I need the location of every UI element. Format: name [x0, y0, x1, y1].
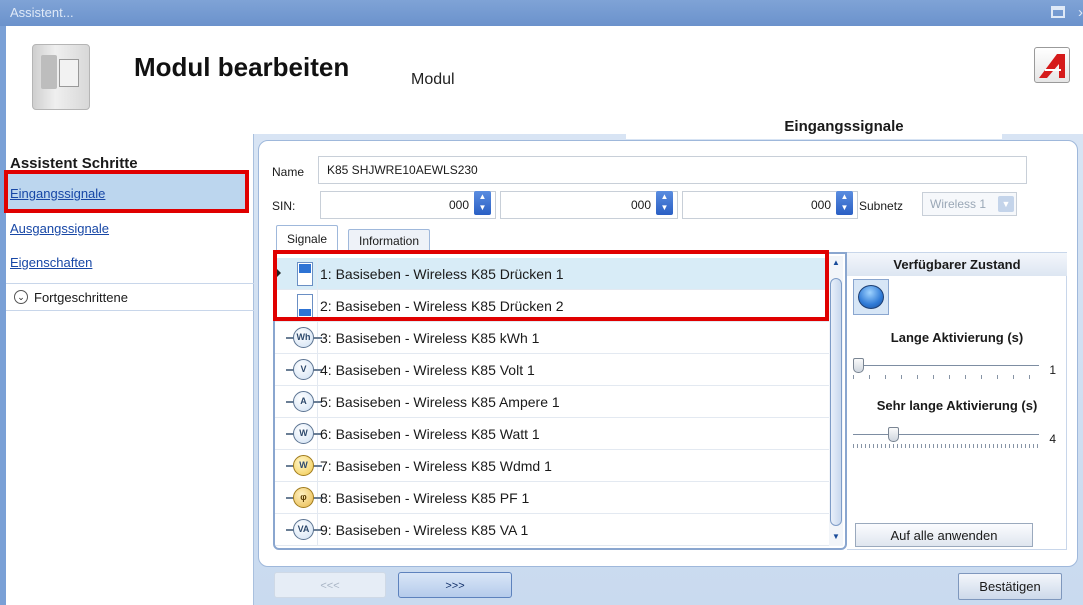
list-item[interactable]: V 4: Basiseben - Wireless K85 Volt 1	[275, 354, 830, 386]
chevron-down-icon: ⌄	[14, 290, 28, 304]
sidebar-item-eigenschaften[interactable]: Eigenschaften	[10, 255, 92, 270]
list-item[interactable]: 2: Basiseben - Wireless K85 Drücken 2	[275, 290, 830, 322]
long-activation-thumb[interactable]	[853, 358, 864, 373]
watt-meter-icon: W	[286, 423, 322, 445]
sin-field-1[interactable]: 000	[320, 191, 496, 219]
list-item-label: 5: Basiseben - Wireless K85 Ampere 1	[320, 394, 560, 410]
chevron-down-icon: ▼	[998, 196, 1014, 212]
list-item-label: 4: Basiseben - Wireless K85 Volt 1	[320, 362, 535, 378]
long-activation-label: Lange Aktivierung (s)	[890, 330, 1024, 345]
sidebar-heading: Assistent Schritte	[10, 155, 138, 172]
power-factor-icon: φ	[286, 487, 322, 509]
kwh-meter-icon: Wh	[286, 327, 322, 349]
list-item[interactable]: A 5: Basiseben - Wireless K85 Ampere 1	[275, 386, 830, 418]
confirm-button[interactable]: Bestätigen	[958, 573, 1062, 600]
volt-meter-icon: V	[286, 359, 322, 381]
signal-list-scrollbar[interactable]: ▲ ▼	[829, 256, 843, 546]
sin-spinner-2-icon[interactable]: ▲ ▼	[656, 191, 673, 215]
sidebar-item-ausgangssignale[interactable]: Ausgangssignale	[10, 221, 109, 236]
apply-all-button[interactable]: Auf alle anwenden	[855, 523, 1033, 547]
va-meter-icon: VA	[286, 519, 322, 541]
sin-field-3[interactable]: 000	[682, 191, 858, 219]
sin-field-2[interactable]: 000	[500, 191, 678, 219]
brand-logo-icon[interactable]	[1034, 47, 1070, 83]
scroll-down-icon[interactable]: ▼	[829, 532, 843, 544]
button-released-icon	[297, 294, 313, 318]
list-item[interactable]: W 7: Basiseben - Wireless K85 Wdmd 1	[275, 450, 830, 482]
list-item[interactable]: 1: Basiseben - Wireless K85 Drücken 1	[275, 258, 830, 290]
long-activation-slider[interactable]	[853, 358, 1039, 380]
very-long-activation-label: Sehr lange Aktivierung (s)	[876, 398, 1038, 413]
list-item[interactable]: φ 8: Basiseben - Wireless K85 PF 1	[275, 482, 830, 514]
state-heading: Verfügbarer Zustand	[847, 253, 1067, 276]
very-long-activation-thumb[interactable]	[888, 427, 899, 442]
sidebar-item-eingangssignale[interactable]: Eingangssignale	[10, 186, 105, 201]
ampere-meter-icon: A	[286, 391, 322, 413]
list-item-label: 1: Basiseben - Wireless K85 Drücken 1	[320, 266, 564, 282]
name-field[interactable]: K85 SHJWRE10AEWLS230	[318, 156, 1027, 184]
list-item-label: 3: Basiseben - Wireless K85 kWh 1	[320, 330, 540, 346]
list-item[interactable]: Wh 3: Basiseben - Wireless K85 kWh 1	[275, 322, 830, 354]
wdmd-meter-icon: W	[286, 455, 322, 477]
restore-icon[interactable]	[1051, 6, 1065, 18]
tab-information[interactable]: Information	[348, 229, 431, 251]
scroll-thumb[interactable]	[830, 278, 842, 526]
advanced-expander[interactable]: ⌄ Fortgeschrittene	[6, 283, 254, 311]
signal-list[interactable]: 1: Basiseben - Wireless K85 Drücken 1 2:…	[273, 252, 847, 550]
sin-label: SIN:	[272, 199, 296, 213]
subnetz-value: Wireless 1	[930, 197, 987, 211]
very-long-activation-value: 4	[1049, 432, 1056, 446]
state-button[interactable]	[853, 279, 889, 315]
header: Modul bearbeiten Modul Eingangssignale	[6, 26, 1083, 139]
very-long-activation-slider[interactable]	[853, 427, 1039, 449]
push-button-icon	[858, 285, 884, 309]
sin-spinner-3-icon[interactable]: ▲ ▼	[836, 191, 853, 215]
current-row-indicator-icon	[277, 269, 281, 277]
long-activation-value: 1	[1049, 363, 1056, 377]
list-item[interactable]: VA 9: Basiseben - Wireless K85 VA 1	[275, 514, 830, 546]
title-bar: Assistent... ›	[0, 0, 1083, 26]
page-subtitle: Modul	[411, 71, 455, 88]
next-button[interactable]: >>>	[398, 572, 512, 598]
list-item-label: 6: Basiseben - Wireless K85 Watt 1	[320, 426, 540, 442]
previous-button[interactable]: <<<	[274, 572, 386, 598]
scroll-up-icon[interactable]: ▲	[829, 258, 843, 270]
module-image	[32, 44, 90, 110]
sin-spinner-1-icon[interactable]: ▲ ▼	[474, 191, 491, 215]
page-title: Modul bearbeiten	[134, 52, 350, 82]
name-label: Name	[272, 165, 305, 179]
close-icon[interactable]: ›	[1078, 4, 1083, 21]
tab-signale[interactable]: Signale	[276, 225, 339, 251]
list-item-label: 9: Basiseben - Wireless K85 VA 1	[320, 522, 529, 538]
list-item-label: 2: Basiseben - Wireless K85 Drücken 2	[320, 298, 564, 314]
button-pressed-icon	[297, 262, 313, 286]
subnetz-select[interactable]: Wireless 1 ▼	[922, 192, 1017, 216]
list-item[interactable]: W 6: Basiseben - Wireless K85 Watt 1	[275, 418, 830, 450]
list-item-label: 8: Basiseben - Wireless K85 PF 1	[320, 490, 530, 506]
advanced-label: Fortgeschrittene	[34, 290, 128, 305]
window-title: Assistent...	[10, 5, 74, 20]
list-item-label: 7: Basiseben - Wireless K85 Wdmd 1	[320, 458, 552, 474]
section-tab-header: Eingangssignale	[626, 113, 1002, 139]
state-panel: Verfügbarer Zustand Lange Aktivierung (s…	[847, 252, 1067, 550]
subnetz-label: Subnetz	[859, 199, 904, 213]
